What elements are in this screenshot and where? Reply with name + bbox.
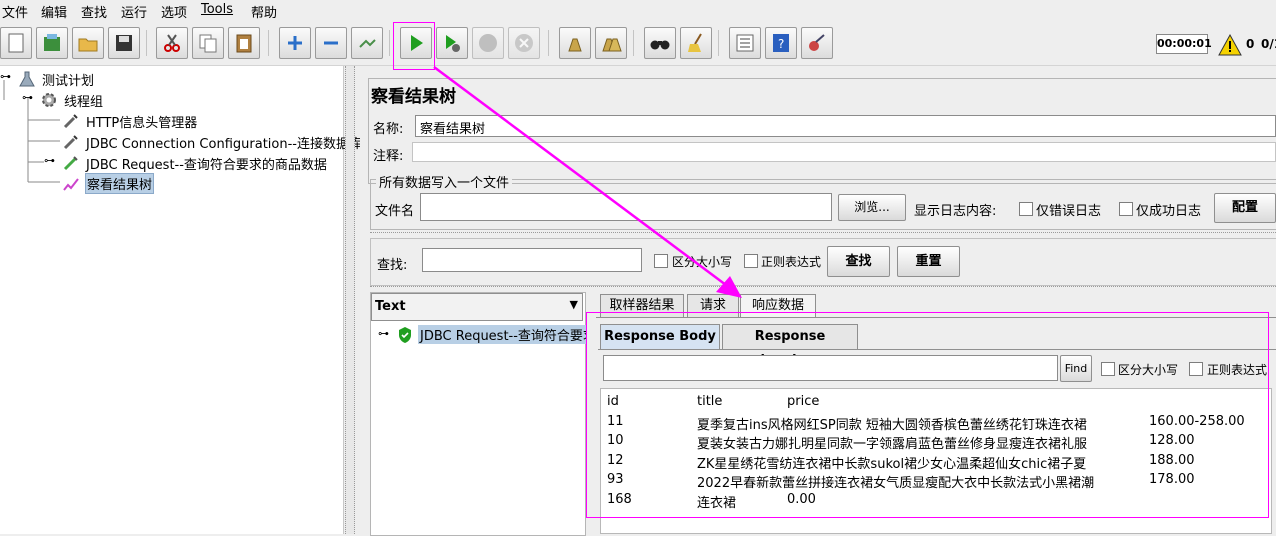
comment-label: 注释: [373,149,404,164]
comment-field[interactable] [412,142,1276,162]
filename-label: 文件名 [375,204,415,219]
log-label: 显示日志内容: [914,204,997,219]
shutdown-icon[interactable] [508,27,540,59]
menu-bar: 文件 编辑 查找 运行 选项 Tools 帮助 [0,0,1276,21]
tree-item-jdbc-request[interactable]: JDBC Request--查询符合要求的商品数据 [86,154,327,173]
expand-icon[interactable] [279,27,311,59]
expand-toggle-icon[interactable]: ⊶ [0,70,11,83]
svg-text:?: ? [778,37,784,51]
flask-icon [19,71,35,87]
success-only-label: 仅成功日志 [1136,204,1202,219]
cut-icon[interactable] [156,27,188,59]
wrench-icon [63,135,78,150]
help-icon[interactable]: ? [765,27,797,59]
divider [370,232,1276,235]
case-sensitive-checkbox[interactable] [654,254,668,268]
open-folder-icon[interactable] [72,27,104,59]
clear-all-icon[interactable] [595,27,627,59]
clear-icon[interactable] [559,27,591,59]
tree-item-result-tree[interactable]: 察看结果树 [85,173,155,194]
wrench-icon [63,114,78,129]
tree-item-jdbc-config[interactable]: JDBC Connection Configuration--连接数据库 [86,133,362,152]
case-sensitive-label: 区分大小写 [672,255,733,269]
sample-result-item[interactable]: JDBC Request--查询符合要求 [418,325,586,344]
start-no-pause-icon[interactable] [436,27,468,59]
templates-icon[interactable] [36,27,68,59]
renderer-value: Text [375,299,406,314]
new-icon[interactable] [0,27,32,59]
name-field[interactable]: 察看结果树 [415,115,1276,137]
thread-count: 0/1 [1261,37,1276,51]
chevron-down-icon: ▼ [569,298,578,311]
reset-button[interactable]: 重置 [897,246,960,277]
menu-search[interactable]: 查找 [81,2,107,21]
menu-options[interactable]: 选项 [161,2,187,21]
success-shield-icon [399,327,411,343]
test-plan-tree: ⊶ 测试计划 ⊶ 线程组 HTTP信息头管理器 JDBC Connection … [0,66,362,534]
errors-only-checkbox[interactable] [1019,202,1033,216]
stop-icon[interactable] [472,27,504,59]
elapsed-timer: 00:00:01 [1156,34,1212,54]
find-button[interactable]: 查找 [827,246,890,277]
menu-edit[interactable]: 编辑 [41,2,67,21]
paste-icon[interactable] [228,27,260,59]
tree-item-test-plan[interactable]: 测试计划 [42,70,94,89]
tree-item-header-manager[interactable]: HTTP信息头管理器 [86,112,197,131]
broom-icon[interactable] [680,27,712,59]
toggle-icon[interactable] [351,27,383,59]
file-group-title: 所有数据写入一个文件 [376,172,513,191]
pipette-icon [63,156,78,171]
renderer-select[interactable]: Text ▼ [371,293,583,321]
errors-only-label: 仅错误日志 [1036,204,1102,219]
highlight-box-start [393,22,435,70]
save-icon[interactable] [108,27,140,59]
menu-run[interactable]: 运行 [121,2,147,21]
node-toggle-icon[interactable]: ⊶ [378,327,389,340]
gear-icon [42,93,56,107]
success-only-checkbox[interactable] [1119,202,1133,216]
divider [370,286,1276,289]
expand-toggle-icon[interactable]: ⊶ [22,91,33,104]
regex-checkbox[interactable] [744,254,758,268]
regex-label: 正则表达式 [761,255,822,269]
menu-help[interactable]: 帮助 [251,2,277,21]
panel-title: 察看结果树 [371,87,456,107]
warning-icon[interactable] [1218,34,1242,56]
name-label: 名称: [373,122,404,137]
expand-toggle-icon[interactable]: ⊶ [44,154,55,167]
warning-count: 0 [1246,37,1255,51]
function-helper-icon[interactable] [729,27,761,59]
search-input[interactable] [422,248,642,272]
filename-field[interactable] [420,193,832,221]
tree-item-thread-group[interactable]: 线程组 [64,91,103,110]
collapse-icon[interactable] [315,27,347,59]
highlight-box-response [586,312,1269,518]
remote-icon[interactable] [801,27,833,59]
toolbar: ? [0,22,1276,70]
copy-icon[interactable] [192,27,224,59]
browse-button[interactable]: 浏览... [838,194,906,221]
search-label: 查找: [377,258,408,273]
graph-icon [63,178,79,191]
configure-button[interactable]: 配置 [1214,193,1276,223]
menu-tools[interactable]: Tools [201,2,233,17]
binoculars-icon[interactable] [644,27,676,59]
pane-splitter[interactable] [345,66,355,534]
menu-file[interactable]: 文件 [2,2,28,21]
